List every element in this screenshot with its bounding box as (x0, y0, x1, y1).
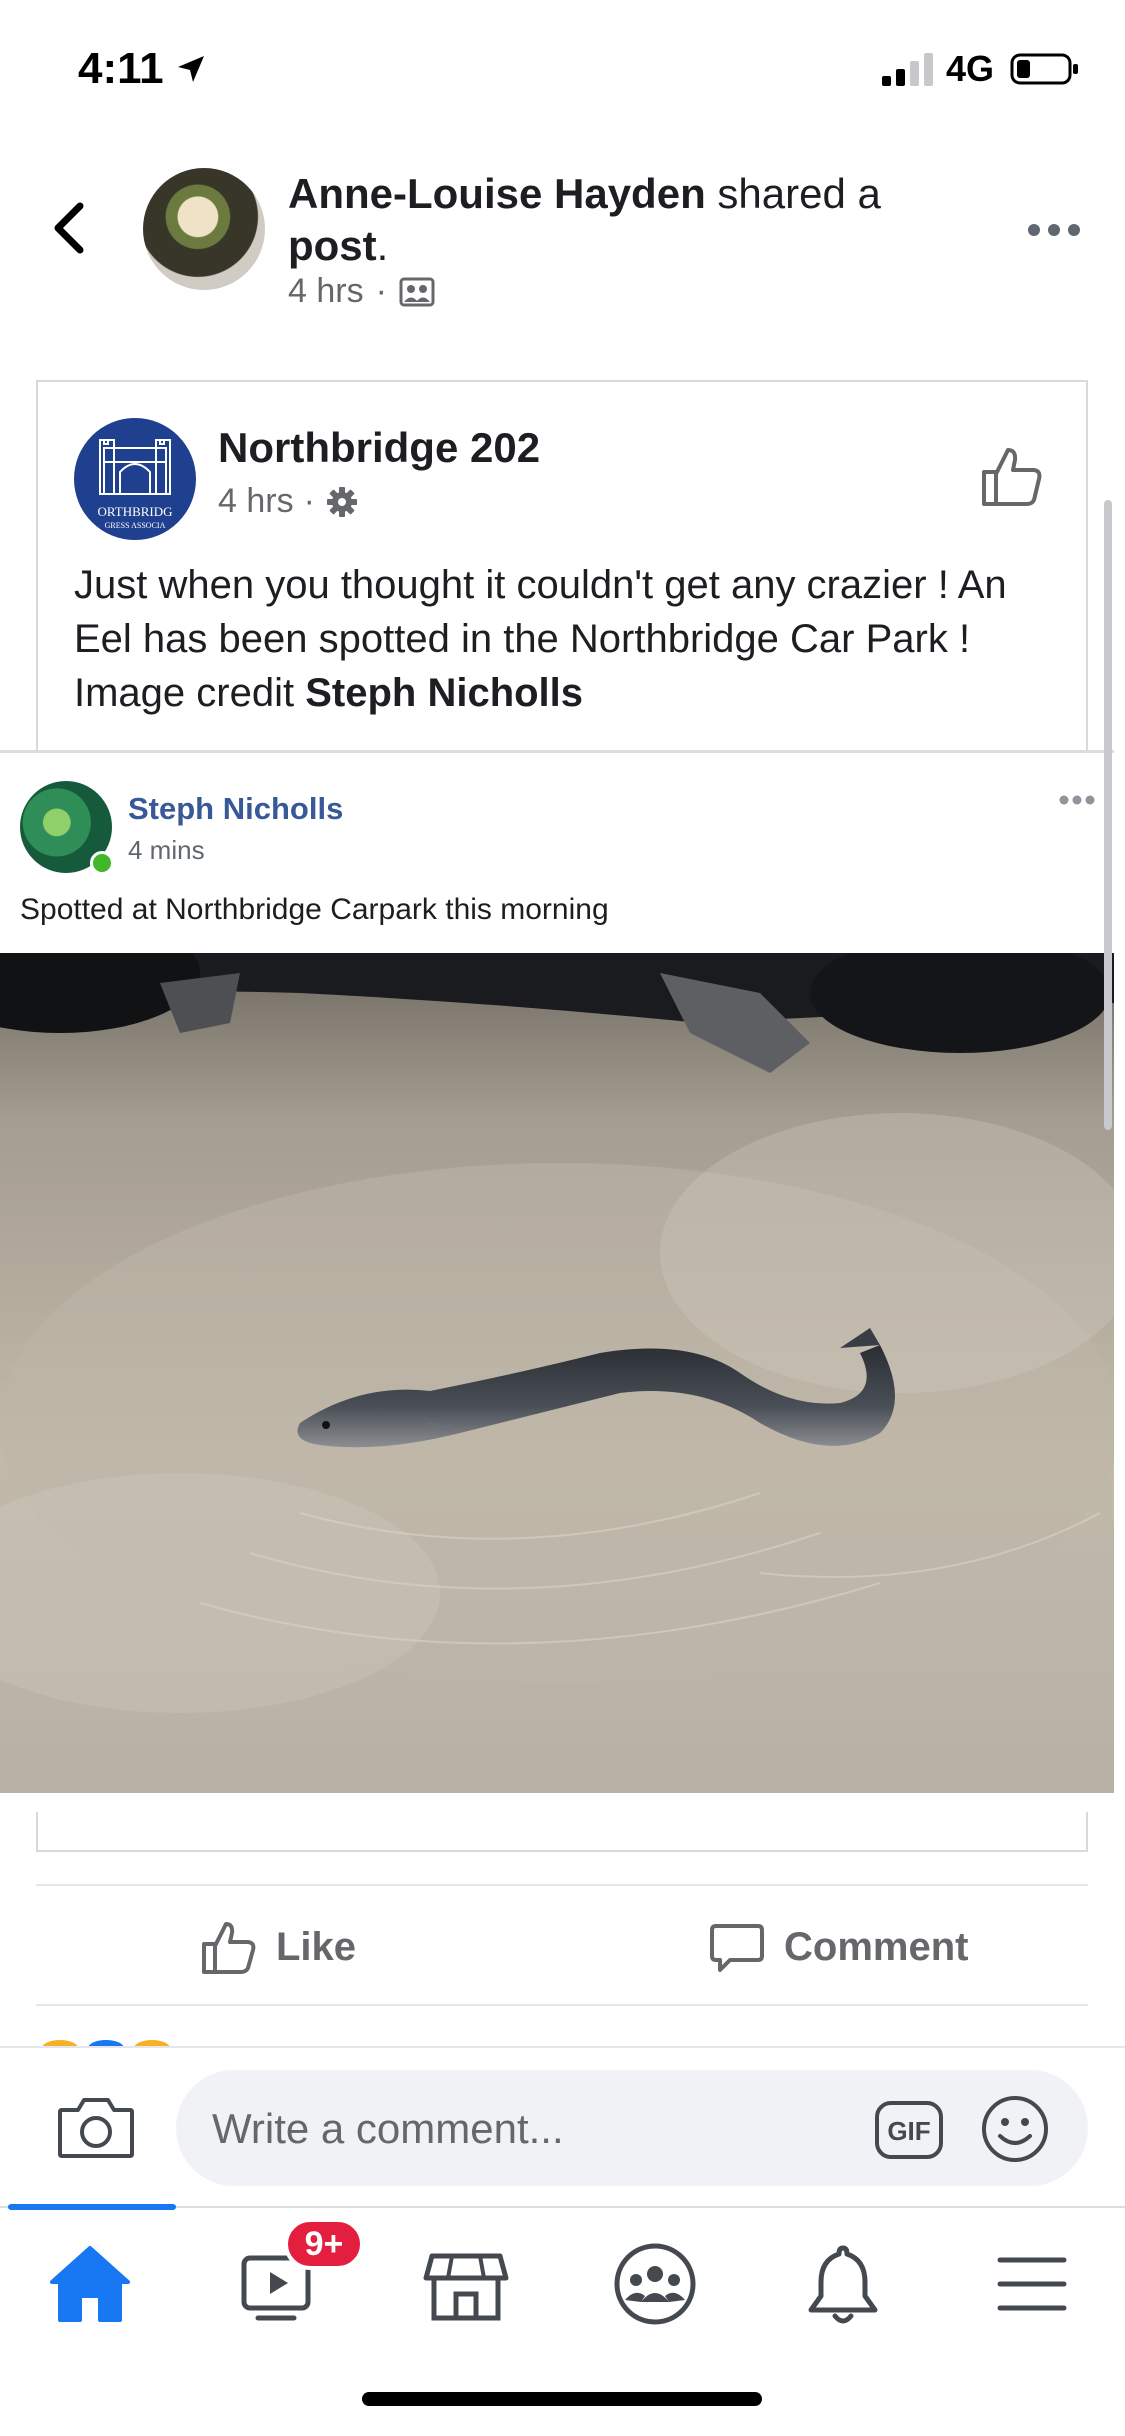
meta-separator: · (375, 272, 387, 310)
gif-button[interactable]: GIF (874, 2100, 944, 2160)
page-name[interactable]: Northbridge 202 (218, 424, 540, 472)
page-avatar[interactable]: ORTHBRIDG GRESS ASSOCIA (74, 418, 196, 540)
battery-icon (1010, 53, 1078, 85)
embedded-author-name: Steph Nicholls (128, 791, 344, 826)
shared-object-link[interactable]: post (288, 222, 377, 269)
like-page-icon[interactable] (978, 442, 1046, 510)
share-action-text: shared a (705, 170, 881, 217)
like-button[interactable]: Like (200, 1912, 356, 1982)
signal-icon (882, 53, 933, 86)
marketplace-tab-icon[interactable] (416, 2234, 516, 2334)
status-time: 4:11 (78, 44, 164, 93)
back-button[interactable] (46, 198, 94, 258)
gear-icon (326, 486, 357, 517)
groups-tab-icon[interactable] (605, 2234, 705, 2334)
thumbs-up-icon (202, 1922, 256, 1974)
network-type: 4G (946, 48, 995, 89)
share-meta: 4 hrs · (288, 272, 435, 311)
meta-separator: · (303, 482, 315, 520)
share-time[interactable]: 4 hrs (288, 272, 364, 311)
location-arrow-icon (178, 56, 204, 82)
eel-photo (0, 953, 1114, 1793)
page-logo: ORTHBRIDG GRESS ASSOCIA (97, 439, 173, 530)
more-options-icon[interactable] (1026, 220, 1082, 240)
embedded-time: 4 mins (128, 835, 205, 865)
home-tab-icon[interactable] (40, 2234, 140, 2334)
comment-placeholder: Write a comment... (212, 2105, 564, 2152)
sharer-avatar[interactable] (143, 168, 265, 290)
notifications-tab-icon[interactable] (793, 2234, 893, 2334)
active-tab-indicator (8, 2204, 176, 2210)
embedded-caption: Spotted at Northbridge Carpark this morn… (20, 893, 609, 926)
share-trailing: . (376, 222, 389, 269)
comment-input[interactable]: Write a comment... GIF (176, 2070, 1088, 2186)
logo-subtext: GRESS ASSOCIA (105, 521, 166, 530)
home-indicator[interactable] (362, 2392, 762, 2406)
status-bar: 4:11 4G (0, 0, 1125, 140)
share-header: Anne-Louise Hayden shared a post. 4 hrs … (0, 150, 1125, 340)
share-headline: Anne-Louise Hayden shared a post. (288, 168, 928, 272)
emoji-icon[interactable] (980, 2094, 1050, 2164)
post-meta: 4 hrs · (218, 482, 359, 521)
comment-label: Comment (784, 1924, 969, 1969)
comment-button[interactable]: Comment (708, 1912, 968, 1982)
online-status-dot (90, 851, 114, 875)
video-notification-badge: 9+ (284, 2218, 364, 2270)
sharer-name[interactable]: Anne-Louise Hayden (288, 170, 706, 217)
comment-bar: Write a comment... GIF (0, 2046, 1125, 2206)
divider (36, 1884, 1088, 1886)
gif-label: GIF (887, 2116, 930, 2146)
credit-name[interactable]: Steph Nicholls (305, 671, 583, 715)
scrollbar[interactable] (1104, 500, 1112, 1130)
menu-tab-icon[interactable] (982, 2234, 1082, 2334)
divider (36, 2004, 1088, 2006)
comment-icon (710, 1924, 764, 1972)
embedded-more-icon (1059, 795, 1095, 805)
logo-text: ORTHBRIDG (97, 504, 172, 519)
camera-icon[interactable] (56, 2092, 136, 2162)
audience-icon (399, 277, 435, 306)
embedded-screenshot[interactable]: Steph Nicholls 4 mins Spotted at Northbr… (0, 750, 1114, 1812)
post-body: Just when you thought it couldn't get an… (74, 558, 1064, 720)
post-time[interactable]: 4 hrs (218, 482, 294, 521)
like-label: Like (276, 1924, 357, 1969)
